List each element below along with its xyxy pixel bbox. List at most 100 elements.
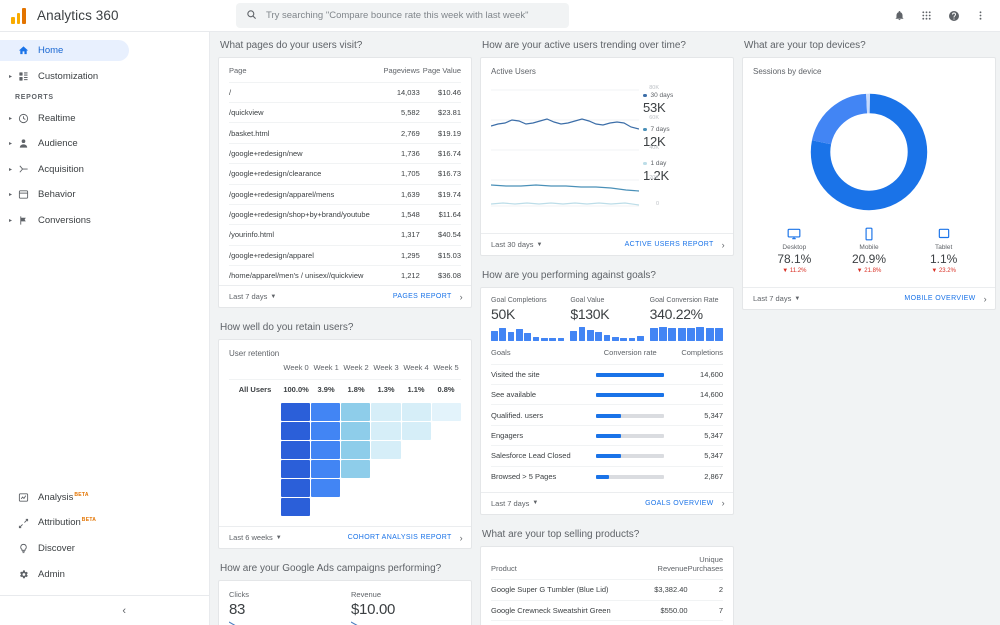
attribution-icon xyxy=(15,518,32,529)
notifications-bell-icon[interactable] xyxy=(892,8,907,23)
sidebar-item-behavior[interactable]: ▸ Behavior xyxy=(0,184,129,205)
table-row[interactable]: Browsed > 5 Pages2,867 xyxy=(491,466,723,486)
brand-area[interactable]: Analytics 360 xyxy=(0,8,210,24)
retention-cell xyxy=(371,422,400,440)
cell-revenue: $550.00 xyxy=(646,600,688,620)
retention-heatmap xyxy=(281,403,461,516)
sidebar-item-audience[interactable]: ▸ Audience xyxy=(0,133,129,154)
table-row[interactable]: See available14,600 xyxy=(491,385,723,405)
chevron-left-icon: ‹ xyxy=(122,605,126,617)
table-row[interactable]: Engagers5,347 xyxy=(491,425,723,445)
cell-retention-week3: 1.3% xyxy=(371,380,401,400)
date-range-selector[interactable]: Last 7 days ▼ xyxy=(491,499,538,508)
table-row[interactable]: /yourinfo.html1,317$40.54 xyxy=(229,225,461,245)
conversion-bar-track xyxy=(596,414,664,418)
cell-product: Google Crewneck Sweatshirt Green xyxy=(491,600,646,620)
active-users-card: Active Users xyxy=(480,57,734,256)
cell-pagevalue: $10.46 xyxy=(420,82,461,102)
cell-conversion-rate xyxy=(589,446,672,466)
date-range-selector[interactable]: Last 7 days ▼ xyxy=(753,294,800,303)
pages-table-rows: /14,033$10.46 /quickview5,582$23.81 /bas… xyxy=(229,82,461,285)
table-row[interactable]: /google+redesign/apparel/mens1,639$19.74 xyxy=(229,184,461,204)
products-body: Product Revenue Unique Purchases Google … xyxy=(481,547,733,625)
overflow-menu-icon[interactable] xyxy=(973,8,988,23)
device-label: Mobile xyxy=(840,244,898,251)
retention-cell xyxy=(311,403,340,421)
sidebar-item-analysis[interactable]: AnalysisBETA xyxy=(0,487,129,508)
table-row[interactable]: /home/apparel/men's / unisex//quickview1… xyxy=(229,266,461,286)
search-input[interactable] xyxy=(266,10,559,21)
pages-report-link[interactable]: PAGES REPORT › xyxy=(393,292,463,302)
retention-cell xyxy=(311,422,340,440)
table-row[interactable]: Google Crewneck Sweatshirt Green$550.007 xyxy=(491,600,723,620)
apps-grid-icon[interactable] xyxy=(919,8,934,23)
sidebar-item-label: Analysis xyxy=(38,492,73,503)
sidebar-item-attribution[interactable]: AttributionBETA xyxy=(0,513,129,534)
table-row[interactable]: /google+redesign/shop+by+brand/youtube1,… xyxy=(229,204,461,224)
sidebar-item-home[interactable]: Home xyxy=(0,40,129,61)
retention-cell xyxy=(281,479,310,497)
chevron-down-icon: ▼ xyxy=(276,535,282,541)
goals-table: Goals Conversion rate Completions Visite… xyxy=(491,349,723,486)
column-header-pageviews: Pageviews xyxy=(381,67,420,82)
sidebar-item-acquisition[interactable]: ▸ Acquisition xyxy=(0,159,129,180)
cell-product: Google Heather Green Speckled Tee xyxy=(491,620,646,625)
cell-page: /quickview xyxy=(229,103,381,123)
table-row[interactable]: /14,033$10.46 xyxy=(229,82,461,102)
admin-gear-icon xyxy=(15,569,32,580)
products-card-title: What are your top selling products? xyxy=(482,529,734,540)
retention-cell-empty xyxy=(402,441,431,459)
cell-pageviews: 2,769 xyxy=(381,123,420,143)
active-users-report-link[interactable]: ACTIVE USERS REPORT › xyxy=(625,240,725,250)
retention-card-wrap: How well do you retain users? User reten… xyxy=(218,322,472,549)
table-row[interactable]: /google+redesign/new1,736$16.74 xyxy=(229,143,461,163)
products-card-wrap: What are your top selling products? Prod… xyxy=(480,529,734,625)
retention-cell xyxy=(371,403,400,421)
help-icon[interactable] xyxy=(946,8,961,23)
spark-bar xyxy=(516,329,523,341)
y-tick-label: 60K xyxy=(649,115,659,121)
chevron-right-icon: › xyxy=(722,498,725,508)
cell-pageviews: 1,639 xyxy=(381,184,420,204)
goals-overview-link[interactable]: GOALS OVERVIEW › xyxy=(645,498,725,508)
column-header-pagevalue: Page Value xyxy=(420,67,461,82)
spark-bar xyxy=(612,337,619,341)
sessions-by-device-donut xyxy=(805,88,933,216)
chevron-down-icon: ▼ xyxy=(537,242,543,248)
spark-bar xyxy=(499,328,506,341)
cohort-analysis-report-link[interactable]: COHORT ANALYSIS REPORT › xyxy=(348,533,463,543)
table-row[interactable]: /quickview5,582$23.81 xyxy=(229,103,461,123)
date-range-selector[interactable]: Last 6 weeks ▼ xyxy=(229,533,282,542)
spark-bar xyxy=(579,327,586,341)
column-header-week2: Week 2 xyxy=(341,364,371,379)
table-row[interactable]: Google Heather Green Speckled Tee$512.40… xyxy=(491,620,723,625)
pages-card-wrap: What pages do your users visit? Page Pag… xyxy=(218,40,472,308)
sidebar-item-discover[interactable]: Discover xyxy=(0,538,129,559)
column-header-page: Page xyxy=(229,67,381,82)
table-row[interactable]: Salesforce Lead Closed5,347 xyxy=(491,446,723,466)
products-table-rows: Google Super G Tumbler (Blue Lid)$3,382.… xyxy=(491,580,723,625)
cell-pagevalue: $23.81 xyxy=(420,103,461,123)
sidebar-item-customization[interactable]: ▸ Customization xyxy=(0,66,129,87)
cell-all-users: All Users xyxy=(229,380,281,400)
date-range-selector[interactable]: Last 7 days ▼ xyxy=(229,292,276,301)
table-row[interactable]: /google+redesign/clearance1,705$16.73 xyxy=(229,164,461,184)
sidebar-collapse-button[interactable]: ‹ xyxy=(0,595,210,625)
date-range-selector[interactable]: Last 30 days ▼ xyxy=(491,240,542,249)
table-row[interactable]: Qualified. users5,347 xyxy=(491,405,723,425)
mobile-overview-link[interactable]: MOBILE OVERVIEW › xyxy=(904,294,987,304)
table-row[interactable]: /google+redesign/apparel1,295$15.03 xyxy=(229,245,461,265)
link-label: ACTIVE USERS REPORT xyxy=(625,241,714,248)
cell-revenue: $512.40 xyxy=(646,620,688,625)
table-row[interactable]: Visited the site14,600 xyxy=(491,364,723,384)
column-header-week4: Week 4 xyxy=(401,364,431,379)
cell-retention-week4: 1.1% xyxy=(401,380,431,400)
clicks-sparkline xyxy=(229,620,337,625)
sidebar-item-conversions[interactable]: ▸ Conversions xyxy=(0,210,129,231)
search-box[interactable] xyxy=(236,3,569,28)
sidebar-item-realtime[interactable]: ▸ Realtime xyxy=(0,108,129,129)
table-row[interactable]: Google Super G Tumbler (Blue Lid)$3,382.… xyxy=(491,580,723,600)
table-row[interactable]: /basket.html2,769$19.19 xyxy=(229,123,461,143)
sidebar-item-admin[interactable]: Admin xyxy=(0,564,129,585)
retention-cell-empty xyxy=(432,460,461,478)
